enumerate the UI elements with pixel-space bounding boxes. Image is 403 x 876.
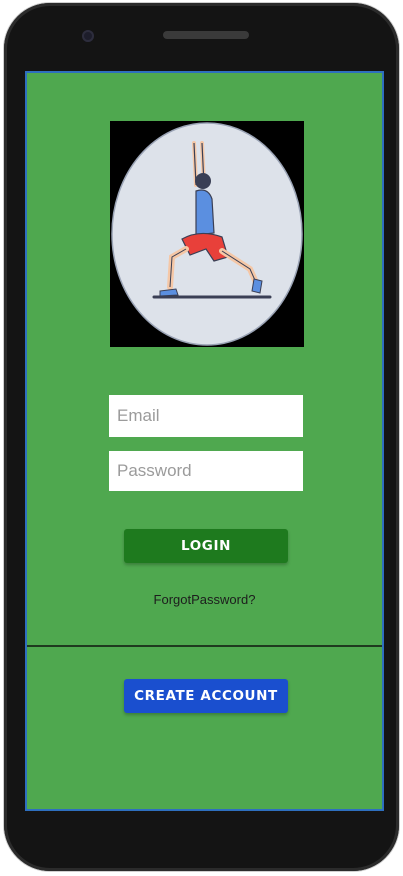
yoga-warrior-pose-icon <box>111 122 303 346</box>
login-button[interactable]: LOGIN <box>124 529 288 563</box>
phone-frame: LOGIN ForgotPassword? CREATE ACCOUNT <box>4 3 399 871</box>
create-account-button[interactable]: CREATE ACCOUNT <box>124 679 288 713</box>
app-screen: LOGIN ForgotPassword? CREATE ACCOUNT <box>25 71 384 811</box>
email-field[interactable] <box>109 395 303 437</box>
divider <box>27 645 382 647</box>
earpiece-speaker <box>163 31 249 39</box>
password-field[interactable] <box>109 451 303 491</box>
front-camera <box>82 30 94 42</box>
hero-image <box>110 121 304 347</box>
forgot-password-link[interactable]: ForgotPassword? <box>27 592 382 607</box>
